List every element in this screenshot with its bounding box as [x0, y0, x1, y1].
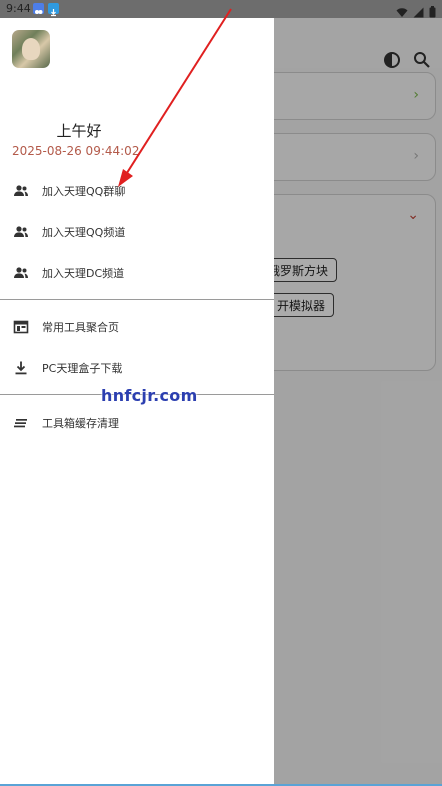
menu-item-label: 加入天理QQ频道	[42, 226, 126, 239]
date-time-text: 2025-08-26 09:44:02	[12, 144, 140, 158]
wifi-icon	[396, 3, 408, 22]
group-icon	[13, 224, 29, 240]
avatar[interactable]	[12, 30, 50, 68]
menu-item-label: 工具箱缓存清理	[42, 417, 119, 430]
greeting-text: 上午好	[56, 122, 102, 140]
download-icon	[48, 3, 59, 17]
menu-item-join-qq-group[interactable]: 加入天理QQ群聊	[0, 171, 274, 211]
menu-item-join-qq-channel[interactable]: 加入天理QQ频道	[0, 212, 274, 252]
signal-icon	[413, 3, 424, 22]
menu-item-label: 常用工具聚合页	[42, 321, 119, 334]
download-icon	[13, 360, 29, 376]
menu-item-tools-page[interactable]: 常用工具聚合页	[0, 307, 274, 347]
dashboard-icon	[13, 319, 29, 335]
watermark-text: hnfcjr.com	[101, 386, 198, 405]
menu-item-pc-download[interactable]: PC天理盒子下载	[0, 348, 274, 388]
menu-item-label: PC天理盒子下载	[42, 362, 123, 375]
menu-item-label: 加入天理QQ群聊	[42, 185, 126, 198]
clear-list-icon	[13, 415, 29, 431]
status-time: 9:44	[6, 2, 31, 15]
status-bar: 9:44	[0, 0, 442, 18]
app-notification-icon	[33, 3, 44, 14]
battery-icon	[429, 3, 436, 22]
group-icon	[13, 265, 29, 281]
group-add-icon	[13, 183, 29, 199]
menu-item-clear-cache[interactable]: 工具箱缓存清理	[0, 403, 274, 443]
menu-item-join-dc-channel[interactable]: 加入天理DC频道	[0, 253, 274, 293]
divider	[0, 299, 274, 300]
menu-item-label: 加入天理DC频道	[42, 267, 125, 280]
